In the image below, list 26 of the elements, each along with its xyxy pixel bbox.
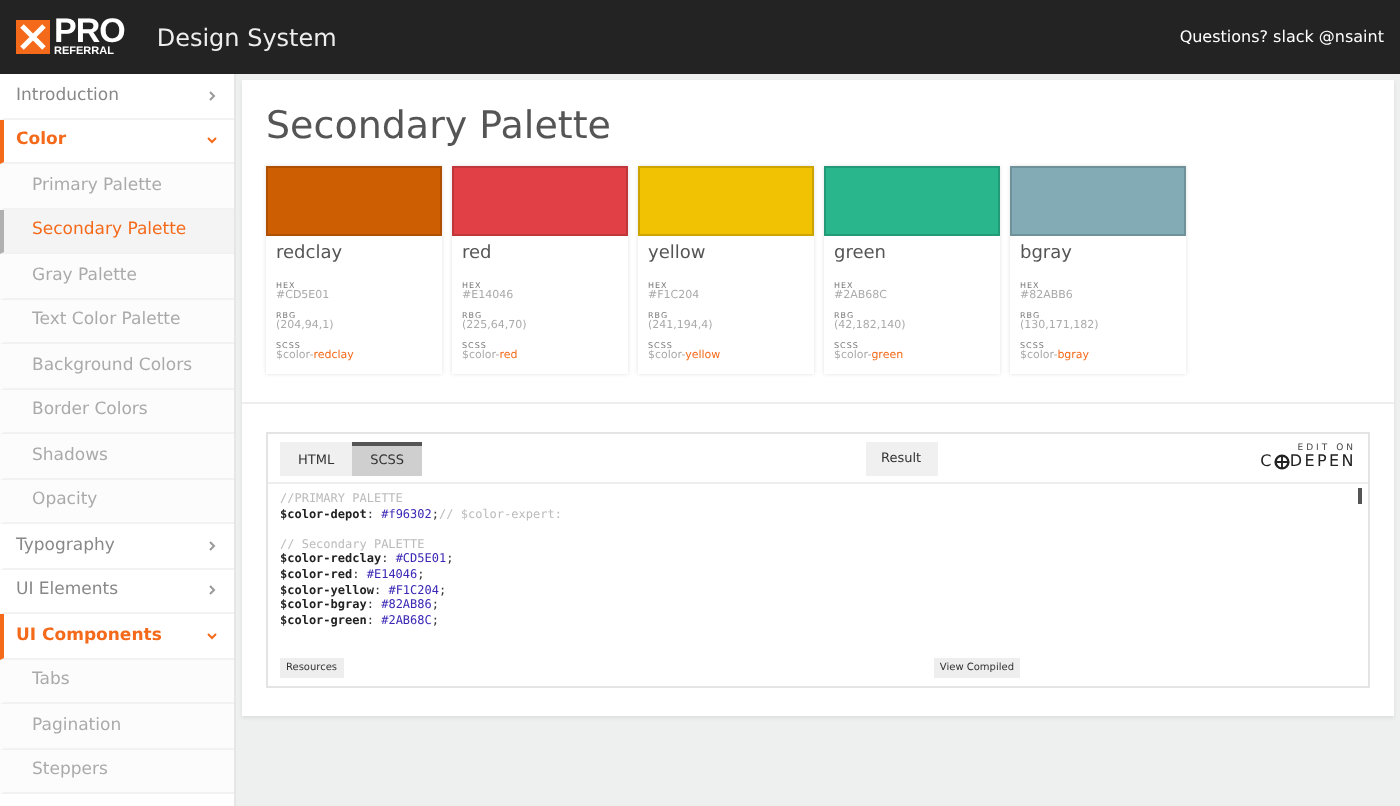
color-name: yellow — [648, 244, 708, 264]
nav-item[interactable]: Steppers — [0, 749, 234, 794]
nav-section[interactable]: UI Elements — [0, 569, 234, 614]
chevron-icon — [206, 584, 218, 597]
brand-text: DEPEN — [1289, 454, 1356, 471]
nav-item[interactable]: Border Colors — [0, 389, 234, 434]
chevron-icon — [206, 629, 218, 642]
chevron-icon — [206, 134, 218, 147]
nav-item[interactable]: Opacity — [0, 479, 234, 524]
nav-item[interactable]: Tabs — [0, 659, 234, 704]
nav-item[interactable]: Text Color Palette — [0, 299, 234, 344]
color-name: green — [834, 244, 888, 264]
chevron-icon — [206, 89, 218, 102]
color-name: bgray — [1020, 244, 1074, 264]
app-title: Design System — [156, 23, 337, 51]
nav-section[interactable]: Introduction — [0, 74, 234, 119]
nav-item[interactable]: Secondary Palette — [0, 209, 234, 254]
color-name: redclay — [276, 244, 345, 264]
chevron-icon — [206, 539, 218, 552]
page-title: Secondary Palette — [266, 104, 613, 148]
brand-text: C — [1260, 454, 1274, 471]
scrollbar[interactable] — [1358, 488, 1362, 504]
color-name: red — [462, 244, 494, 264]
logo-text: PRO — [54, 14, 125, 49]
contact-text: Questions? slack @nsaint — [1179, 28, 1384, 46]
nav-section[interactable]: Typography — [0, 524, 234, 569]
